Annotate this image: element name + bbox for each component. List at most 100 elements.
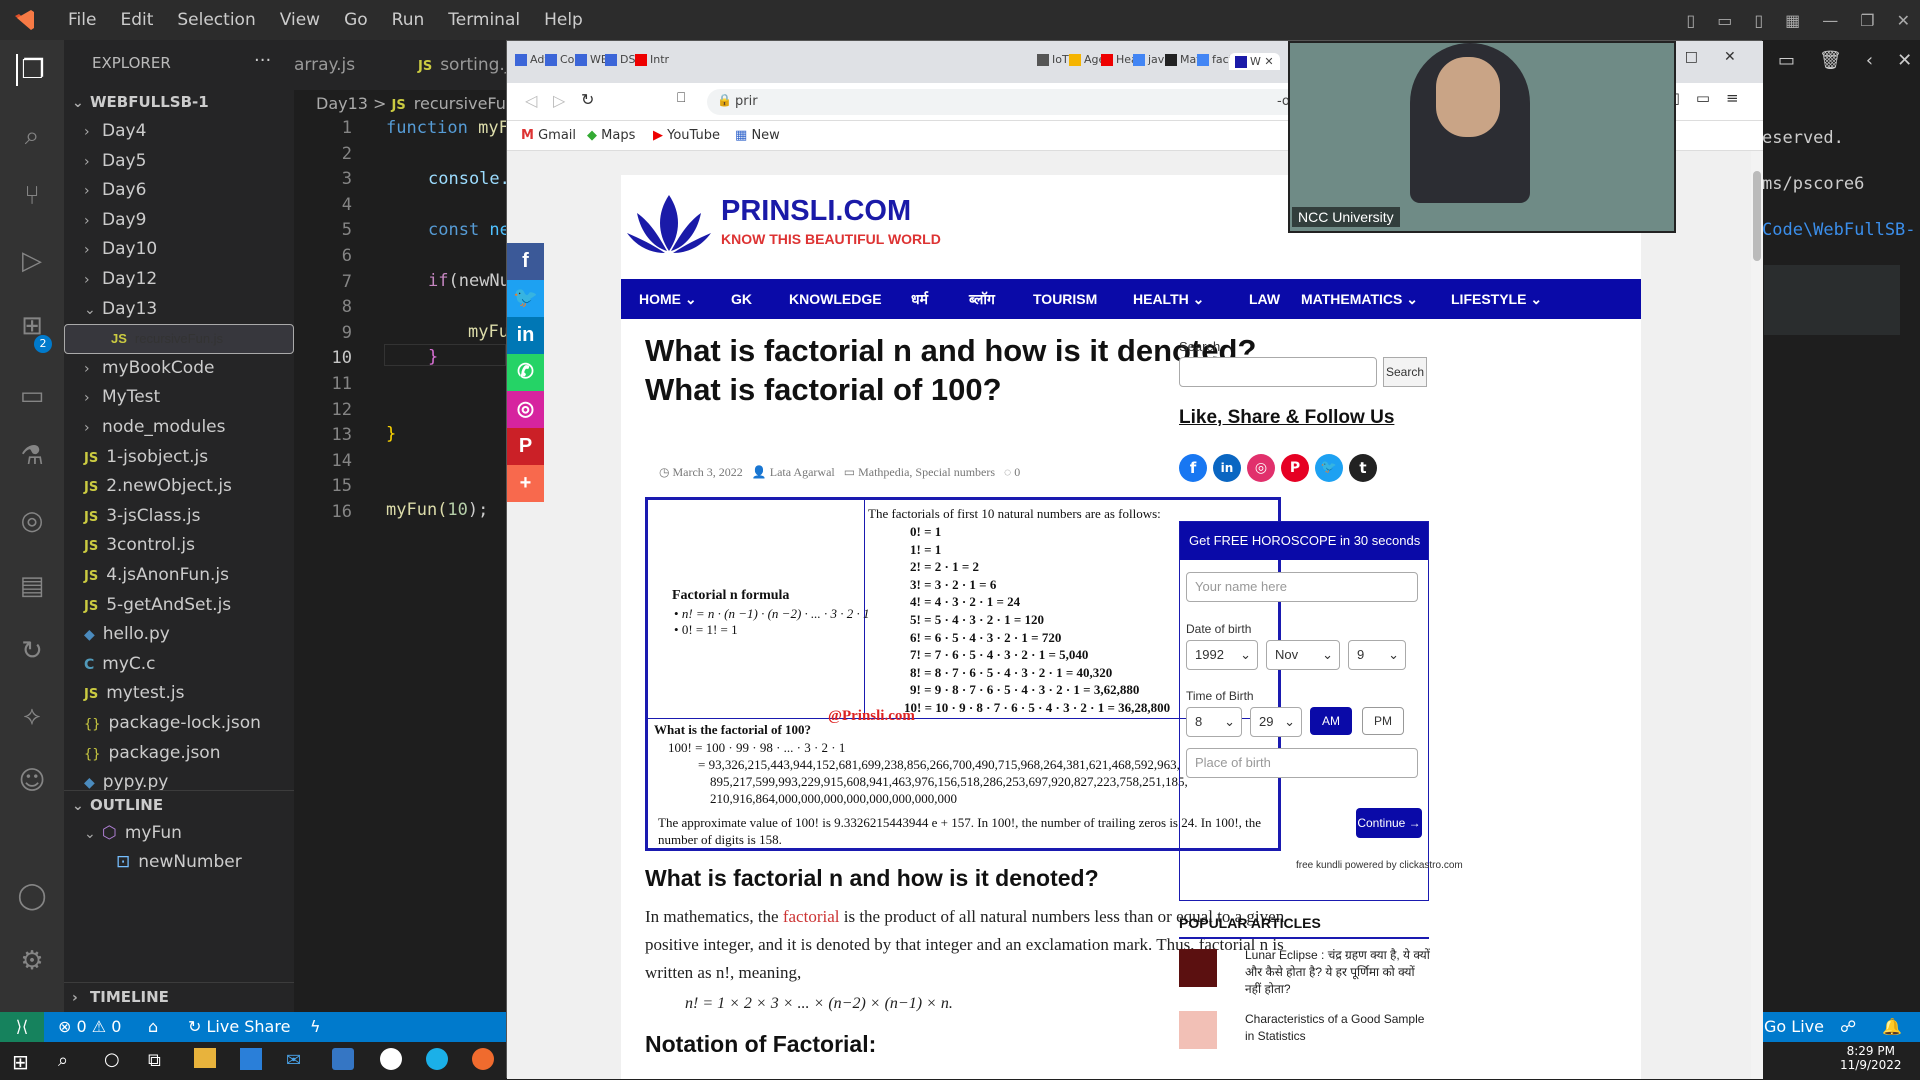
trash-icon[interactable]: 🗑 — [1819, 50, 1842, 71]
tree-item[interactable]: › Day9 — [64, 206, 294, 235]
nav-law[interactable]: LAW — [1249, 279, 1280, 319]
nav-health[interactable]: HEALTH ⌄ — [1133, 279, 1204, 319]
factorial-link[interactable]: factorial — [783, 907, 840, 926]
home-icon[interactable]: ⌂ — [148, 1017, 158, 1036]
sidebar-search-input[interactable] — [1179, 357, 1377, 387]
more-actions-icon[interactable]: ··· — [254, 50, 271, 71]
menu-terminal[interactable]: Terminal — [436, 10, 532, 30]
tree-item[interactable]: › node_modules — [64, 413, 294, 442]
browser-tab[interactable]: IoT — [1037, 53, 1069, 66]
testing-icon[interactable]: ⚗ — [16, 440, 48, 472]
mail-icon[interactable]: ✉ — [286, 1050, 301, 1071]
bookmark-news[interactable]: ▦ New — [735, 128, 780, 143]
tree-item[interactable]: {} package.json — [64, 739, 294, 768]
page-scrollbar[interactable] — [1751, 151, 1763, 1079]
tree-item[interactable]: JS 2.newObject.js — [64, 472, 294, 501]
tree-item[interactable]: › myBookCode — [64, 354, 294, 383]
bookmark-gmail[interactable]: M Gmail — [521, 128, 576, 143]
minute-select[interactable]: 29 ⌄ — [1250, 707, 1302, 737]
problems-indicator[interactable]: ⊗ 0 ⚠ 0 — [58, 1017, 121, 1036]
tree-item[interactable]: {} package-lock.json — [64, 709, 294, 738]
wallet-icon[interactable]: ▭ — [1696, 89, 1710, 107]
code-line-1[interactable]: function myFu — [386, 118, 519, 138]
nav-tourism[interactable]: TOURISM — [1033, 279, 1097, 319]
tumblr-follow-icon[interactable]: t — [1349, 454, 1377, 482]
search-icon[interactable]: ⌕ — [16, 120, 48, 152]
menu-help[interactable]: Help — [532, 10, 595, 30]
popular-article-1[interactable]: Lunar Eclipse : चंद्र ग्रहण क्या है, ये … — [1245, 947, 1431, 998]
github-icon[interactable]: ◎ — [16, 505, 48, 537]
menu-file[interactable]: File — [56, 10, 108, 30]
brave-icon[interactable] — [472, 1048, 494, 1070]
nav-dharm[interactable]: धर्म — [911, 279, 928, 319]
continue-button[interactable]: Continue → — [1356, 808, 1422, 838]
tree-item[interactable]: JS 3control.js — [64, 531, 294, 560]
nav-gk[interactable]: GK — [731, 279, 752, 319]
browser-tab[interactable]: fact — [1197, 53, 1233, 66]
customize-layout-icon[interactable]: ▦ — [1785, 11, 1800, 30]
tree-item[interactable]: JS 5-getAndSet.js — [64, 591, 294, 620]
notebook-icon[interactable]: ▤ — [16, 570, 48, 602]
outline-newnumber[interactable]: ⊡ newNumber — [64, 848, 294, 877]
pm-button[interactable]: PM — [1362, 707, 1404, 735]
prinsli-logo-icon[interactable] — [627, 193, 711, 255]
reload-icon[interactable]: ↻ — [581, 90, 594, 109]
nav-blog[interactable]: ब्लॉग — [969, 279, 995, 319]
nav-knowledge[interactable]: KNOWLEDGE — [789, 279, 882, 319]
tree-item[interactable]: › Day6 — [64, 176, 294, 205]
vscode-taskbar-icon[interactable] — [332, 1048, 354, 1070]
source-control-icon[interactable]: ⑂ — [16, 180, 48, 212]
twitter-follow-icon[interactable]: 🐦 — [1315, 454, 1343, 482]
site-logo-text[interactable]: PRINSLI.COM — [721, 195, 911, 228]
menu-run[interactable]: Run — [380, 10, 437, 30]
timeline-header[interactable]: › TIMELINE — [64, 982, 294, 1011]
alien-icon[interactable]: ☺ — [16, 765, 48, 797]
menu-edit[interactable]: Edit — [108, 10, 165, 30]
instagram-share-icon[interactable]: ◎ — [507, 391, 544, 428]
pinterest-share-icon[interactable]: P — [507, 428, 544, 465]
code-line-7[interactable]: if(newNu — [428, 271, 510, 291]
feedback-icon[interactable]: ☍ — [1840, 1017, 1856, 1036]
python-icon[interactable]: ⟡ — [16, 700, 48, 732]
settings-gear-icon[interactable]: ⚙ — [16, 945, 48, 977]
clock[interactable]: 8:29 PM 11/9/2022 — [1840, 1044, 1902, 1072]
bookmark-maps[interactable]: ◆ Maps — [587, 128, 635, 143]
browser-menu-icon[interactable]: ≡ — [1726, 89, 1739, 107]
file-explorer-icon[interactable] — [194, 1048, 216, 1068]
live-share-icon[interactable]: ↻ — [16, 635, 48, 667]
explorer-icon[interactable]: ❐ — [16, 54, 48, 86]
minimize-icon[interactable]: — — [1822, 11, 1838, 30]
tree-item[interactable]: › Day4 — [64, 117, 294, 146]
toggle-secondary-sidebar-icon[interactable]: ▯ — [1754, 11, 1763, 30]
place-input[interactable]: Place of birth — [1186, 748, 1418, 778]
powered-by[interactable]: free kundli powered by clickastro.com — [1296, 860, 1463, 871]
go-live-status[interactable]: Go Live — [1764, 1017, 1824, 1036]
nav-mathematics[interactable]: MATHEMATICS ⌄ — [1301, 279, 1418, 319]
am-button[interactable]: AM — [1310, 707, 1352, 735]
tree-item[interactable]: › Day12 — [64, 265, 294, 294]
browser-tab[interactable]: Mat — [1165, 53, 1201, 66]
sidebar-search-button[interactable]: Search — [1383, 357, 1427, 387]
article-thumb-1[interactable] — [1179, 949, 1217, 987]
day-select[interactable]: 9 ⌄ — [1348, 640, 1406, 670]
instagram-follow-icon[interactable]: ◎ — [1247, 454, 1275, 482]
code-line-9[interactable]: myFu — [468, 322, 509, 342]
lightning-icon[interactable]: ϟ — [310, 1017, 321, 1036]
tree-item[interactable]: JS mytest.js — [64, 679, 294, 708]
restore-icon[interactable]: ❐ — [1860, 11, 1874, 30]
popular-article-2[interactable]: Characteristics of a Good Sample in Stat… — [1245, 1011, 1431, 1045]
twitter-share-icon[interactable]: 🐦 — [507, 280, 544, 317]
code-line-16[interactable]: myFun(10); — [386, 500, 488, 520]
toggle-sidebar-icon[interactable]: ▯ — [1686, 11, 1695, 30]
linkedin-share-icon[interactable]: in — [507, 317, 544, 354]
pinterest-follow-icon[interactable]: P — [1281, 454, 1309, 482]
app-taskbar-icon[interactable] — [380, 1048, 402, 1070]
edge-icon[interactable] — [426, 1048, 448, 1070]
menu-go[interactable]: Go — [332, 10, 380, 30]
terminal-tab-list[interactable] — [1764, 265, 1900, 335]
nav-lifestyle[interactable]: LIFESTYLE ⌄ — [1451, 279, 1542, 319]
code-line-5[interactable]: const ne — [428, 220, 510, 240]
taskbar-search-icon[interactable]: ⌕ — [58, 1050, 68, 1071]
hour-select[interactable]: 8 ⌄ — [1186, 707, 1242, 737]
windows-start-icon[interactable]: ⊞ — [12, 1050, 29, 1074]
